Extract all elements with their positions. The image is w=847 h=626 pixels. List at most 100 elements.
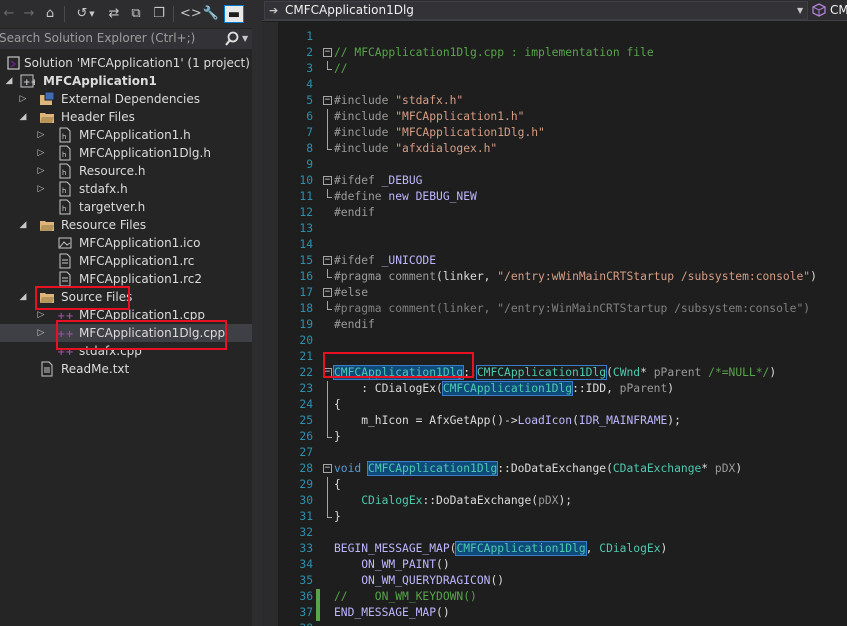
code-line[interactable]: 6 #include "MFCApplication1.h" [262, 109, 847, 125]
code-line[interactable]: 5 − #include "stdafx.h" [262, 93, 847, 109]
outline-guide [327, 397, 328, 413]
code-line[interactable]: 11 #define new DEBUG_NEW [262, 189, 847, 205]
properties-wrench-icon[interactable]: 🔧 [202, 5, 220, 23]
code-token: ::DoDataExchange( [497, 462, 613, 475]
tree-item-header-file[interactable]: h targetver.h [0, 198, 252, 216]
file-label: Resource.h [79, 164, 146, 178]
code-token: { [334, 398, 341, 411]
tree-item-header-file[interactable]: ▷ h Resource.h [0, 162, 252, 180]
code-line[interactable]: 8 #include "afxdialogex.h" [262, 141, 847, 157]
scope-dropdown[interactable]: ➔ CMFCApplication1Dlg ▼ [264, 1, 808, 20]
collapse-all-icon[interactable]: ⧉ [127, 5, 145, 23]
code-line[interactable]: 27 [262, 445, 847, 461]
code-line[interactable]: 4 [262, 77, 847, 93]
file-label: MFCApplication1Dlg.h [79, 146, 211, 160]
tree-item-project[interactable]: ◢ ++ MFCApplication1 [0, 72, 252, 90]
code-line[interactable]: 34 ON_WM_PAINT() [262, 557, 847, 573]
sync-icon[interactable]: ⇄ [105, 5, 123, 23]
code-text: // MFCApplication1Dlg.cpp : implementati… [334, 45, 654, 61]
code-line[interactable]: 3 // [262, 61, 847, 77]
home-icon[interactable]: ⌂ [41, 5, 59, 23]
history-dropdown-icon[interactable]: ▼ [87, 5, 97, 23]
code-area[interactable]: 1 2−// MFCApplication1Dlg.cpp : implement… [262, 22, 847, 626]
chevron-down-icon[interactable]: ▼ [797, 2, 803, 19]
collapsed-arrow-icon[interactable]: ▷ [17, 90, 29, 108]
code-line[interactable]: 14 [262, 237, 847, 253]
code-line[interactable]: 15 − #ifdef _UNICODE [262, 253, 847, 269]
show-all-files-icon[interactable]: ❐ [150, 5, 168, 23]
text-file-icon [41, 361, 53, 377]
code-text: #pragma comment(linker, "/entry:wWinMain… [334, 269, 817, 285]
code-line[interactable]: 18 #pragma comment(linker, "/entry:WinMai… [262, 301, 847, 317]
code-line[interactable]: 9 [262, 157, 847, 173]
code-token: , [585, 542, 600, 555]
panel-splitter[interactable] [252, 0, 262, 626]
collapse-outline-icon[interactable]: − [323, 288, 332, 297]
code-line[interactable]: 29 { [262, 477, 847, 493]
search-options-dropdown-icon[interactable]: ▼ [242, 30, 248, 48]
collapse-outline-icon[interactable]: − [323, 464, 332, 473]
member-dropdown[interactable]: CM [830, 1, 847, 20]
code-line[interactable]: 36 // ON_WM_KEYDOWN() [262, 589, 847, 605]
code-line[interactable]: 38 [262, 621, 847, 626]
collapsed-arrow-icon[interactable]: ▷ [35, 126, 47, 144]
highlight-box-class-name [323, 352, 474, 378]
code-line[interactable]: 7 #include "MFCApplication1Dlg.h" [262, 125, 847, 141]
code-line[interactable]: 19 #endif [262, 317, 847, 333]
code-line[interactable]: 28 − void CMFCApplication1Dlg::DoDataExcha… [262, 461, 847, 477]
tree-item-resource-file[interactable]: MFCApplication1.rc [0, 252, 252, 270]
svg-text:++: ++ [23, 78, 35, 88]
collapsed-arrow-icon[interactable]: ▷ [35, 324, 47, 342]
search-icon[interactable] [224, 30, 240, 48]
tree-item-header-file[interactable]: ▷ h stdafx.h [0, 180, 252, 198]
code-line[interactable]: 12 #endif [262, 205, 847, 221]
expanded-arrow-icon[interactable]: ◢ [3, 72, 15, 90]
expanded-arrow-icon[interactable]: ◢ [17, 216, 29, 234]
collapse-outline-icon[interactable]: − [323, 256, 332, 265]
collapsed-arrow-icon[interactable]: ▷ [35, 180, 47, 198]
tree-item-header-file[interactable]: ▷ h MFCApplication1.h [0, 126, 252, 144]
code-line[interactable]: 25 m_hIcon = AfxGetApp()->LoadIcon(IDR_M… [262, 413, 847, 429]
tree-item-resource-files[interactable]: ◢ Resource Files [0, 216, 252, 234]
line-number: 10 [299, 174, 313, 187]
file-label: MFCApplication1.h [79, 128, 191, 142]
search-solution-explorer-input[interactable]: Search Solution Explorer (Ctrl+;) ▼ [0, 29, 252, 49]
code-line[interactable]: 13 [262, 221, 847, 237]
tree-item-header-files[interactable]: ◢ Header Files [0, 108, 252, 126]
code-line[interactable]: 2 −// MFCApplication1Dlg.cpp : implementa… [262, 45, 847, 61]
tree-item-header-file[interactable]: ▷ h MFCApplication1Dlg.h [0, 144, 252, 162]
code-line[interactable]: 17 − #else [262, 285, 847, 301]
expanded-arrow-icon[interactable]: ◢ [17, 108, 29, 126]
code-line[interactable]: 23 : CDialogEx(CMFCApplication1Dlg::IDD,… [262, 381, 847, 397]
code-line[interactable]: 35 ON_WM_QUERYDRAGICON() [262, 573, 847, 589]
code-line[interactable]: 24 { [262, 397, 847, 413]
code-line[interactable]: 1 [262, 29, 847, 45]
code-line[interactable]: 16 #pragma comment(linker, "/entry:wWinMa… [262, 269, 847, 285]
expanded-arrow-icon[interactable]: ◢ [17, 288, 29, 306]
code-line[interactable]: 30 CDialogEx::DoDataExchange(pDX); [262, 493, 847, 509]
collapse-outline-icon[interactable]: − [323, 176, 332, 185]
forward-arrow-icon[interactable]: → [20, 5, 38, 23]
tree-item-external-dependencies[interactable]: ▷ External Dependencies [0, 90, 252, 108]
line-number: 27 [299, 446, 313, 459]
collapsed-arrow-icon[interactable]: ▷ [35, 162, 47, 180]
code-line[interactable]: 37 END_MESSAGE_MAP() [262, 605, 847, 621]
collapse-outline-icon[interactable]: − [323, 48, 332, 57]
collapse-outline-icon[interactable]: − [323, 96, 332, 105]
preview-icon[interactable]: ▬ [224, 5, 244, 23]
code-line[interactable]: 20 [262, 333, 847, 349]
code-line[interactable]: 33 BEGIN_MESSAGE_MAP(CMFCApplication1Dlg,… [262, 541, 847, 557]
code-line[interactable]: 32 [262, 525, 847, 541]
view-code-icon[interactable]: <> [180, 5, 202, 23]
code-line[interactable]: 10 − #ifdef _DEBUG [262, 173, 847, 189]
code-token: ::DoDataExchange( [422, 494, 539, 507]
back-arrow-icon[interactable]: ← [0, 5, 18, 23]
tree-item-resource-file[interactable]: MFCApplication1.ico [0, 234, 252, 252]
code-line[interactable]: 31} [262, 509, 847, 525]
tree-item-solution[interactable]: Solution 'MFCApplication1' (1 project) [0, 54, 252, 72]
collapsed-arrow-icon[interactable]: ▷ [35, 144, 47, 162]
tree-item-readme[interactable]: ReadMe.txt [0, 360, 252, 378]
code-text: #define new DEBUG_NEW [334, 189, 477, 205]
code-line[interactable]: 26} [262, 429, 847, 445]
